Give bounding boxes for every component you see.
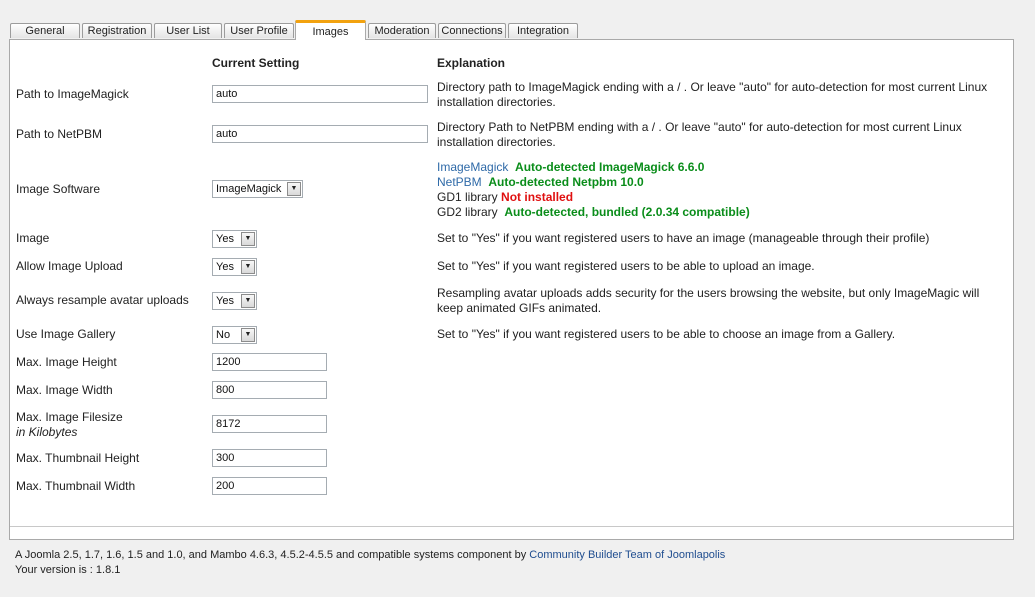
- image-software-select[interactable]: ImageMagick ▼: [212, 180, 303, 198]
- imagemagick-path-input[interactable]: auto: [212, 85, 428, 103]
- image-label: Image: [16, 231, 50, 245]
- allow-upload-select[interactable]: Yes ▼: [212, 258, 257, 276]
- netpbm-status: Auto-detected Netpbm 10.0: [488, 175, 644, 189]
- max-filesize-label-text: Max. Image Filesize: [16, 410, 123, 424]
- max-filesize-input[interactable]: 8172: [212, 415, 327, 433]
- chevron-down-icon[interactable]: ▼: [241, 260, 255, 274]
- gd1-status: Not installed: [501, 190, 574, 204]
- gallery-value: No: [216, 329, 231, 341]
- imagemagick-status: Auto-detected ImageMagick 6.6.0: [515, 160, 705, 174]
- gd2-status: Auto-detected, bundled (2.0.34 compatibl…: [504, 205, 750, 219]
- imagemagick-path-label: Path to ImageMagick: [16, 87, 129, 101]
- images-settings-panel: Current Setting Explanation Path to Imag…: [9, 39, 1014, 540]
- footer-version: Your version is : 1.8.1: [15, 564, 121, 576]
- max-width-input[interactable]: 800: [212, 381, 327, 399]
- gd1-label: GD1 library: [437, 190, 498, 204]
- thumb-height-input[interactable]: 300: [212, 449, 327, 467]
- max-filesize-label: Max. Image Filesize in Kilobytes: [16, 410, 123, 440]
- chevron-down-icon[interactable]: ▼: [241, 232, 255, 246]
- image-software-status: ImageMagick Auto-detected ImageMagick 6.…: [437, 160, 1007, 220]
- max-height-label: Max. Image Height: [16, 355, 117, 369]
- image-explanation: Set to "Yes" if you want registered user…: [437, 231, 930, 245]
- gallery-select[interactable]: No ▼: [212, 326, 257, 344]
- chevron-down-icon[interactable]: ▼: [287, 182, 301, 196]
- resample-select[interactable]: Yes ▼: [212, 292, 257, 310]
- footer-credits-link[interactable]: Community Builder Team of Joomlapolis: [529, 549, 725, 561]
- image-select[interactable]: Yes ▼: [212, 230, 257, 248]
- image-software-value: ImageMagick: [216, 183, 282, 195]
- tab-connections[interactable]: Connections: [438, 23, 506, 38]
- imagemagick-link[interactable]: ImageMagick: [437, 160, 508, 174]
- netpbm-link[interactable]: NetPBM: [437, 175, 482, 189]
- tab-moderation[interactable]: Moderation: [368, 23, 436, 38]
- tab-registration[interactable]: Registration: [82, 23, 152, 38]
- tab-user-list[interactable]: User List: [154, 23, 222, 38]
- footer: A Joomla 2.5, 1.7, 1.6, 1.5 and 1.0, and…: [15, 548, 725, 578]
- thumb-width-label: Max. Thumbnail Width: [16, 479, 136, 493]
- panel-divider: [10, 526, 1013, 527]
- allow-upload-label: Allow Image Upload: [16, 259, 123, 273]
- allow-upload-value: Yes: [216, 261, 234, 273]
- netpbm-path-explanation: Directory Path to NetPBM ending with a /…: [437, 120, 962, 149]
- tab-images[interactable]: Images: [295, 20, 366, 40]
- gallery-explanation: Set to "Yes" if you want registered user…: [437, 327, 896, 341]
- max-filesize-unit: in Kilobytes: [16, 425, 78, 439]
- resample-label: Always resample avatar uploads: [16, 293, 189, 307]
- chevron-down-icon[interactable]: ▼: [241, 294, 255, 308]
- chevron-down-icon[interactable]: ▼: [241, 328, 255, 342]
- max-height-input[interactable]: 1200: [212, 353, 327, 371]
- footer-credits-text: A Joomla 2.5, 1.7, 1.6, 1.5 and 1.0, and…: [15, 549, 527, 561]
- thumb-width-input[interactable]: 200: [212, 477, 327, 495]
- gallery-label: Use Image Gallery: [16, 327, 116, 341]
- tab-user-profile[interactable]: User Profile: [224, 23, 294, 38]
- imagemagick-path-explanation: Directory path to ImageMagick ending wit…: [437, 80, 988, 109]
- tab-general[interactable]: General: [10, 23, 80, 38]
- current-setting-header: Current Setting: [212, 56, 300, 70]
- resample-value: Yes: [216, 295, 234, 307]
- image-value: Yes: [216, 233, 234, 245]
- resample-explanation: Resampling avatar uploads adds security …: [437, 286, 980, 315]
- max-width-label: Max. Image Width: [16, 383, 113, 397]
- explanation-header: Explanation: [437, 56, 506, 70]
- netpbm-path-label: Path to NetPBM: [16, 127, 103, 141]
- image-software-label: Image Software: [16, 182, 101, 196]
- gd2-label: GD2 library: [437, 205, 498, 219]
- tab-integration[interactable]: Integration: [508, 23, 578, 38]
- thumb-height-label: Max. Thumbnail Height: [16, 451, 140, 465]
- netpbm-path-input[interactable]: auto: [212, 125, 428, 143]
- allow-upload-explanation: Set to "Yes" if you want registered user…: [437, 259, 815, 273]
